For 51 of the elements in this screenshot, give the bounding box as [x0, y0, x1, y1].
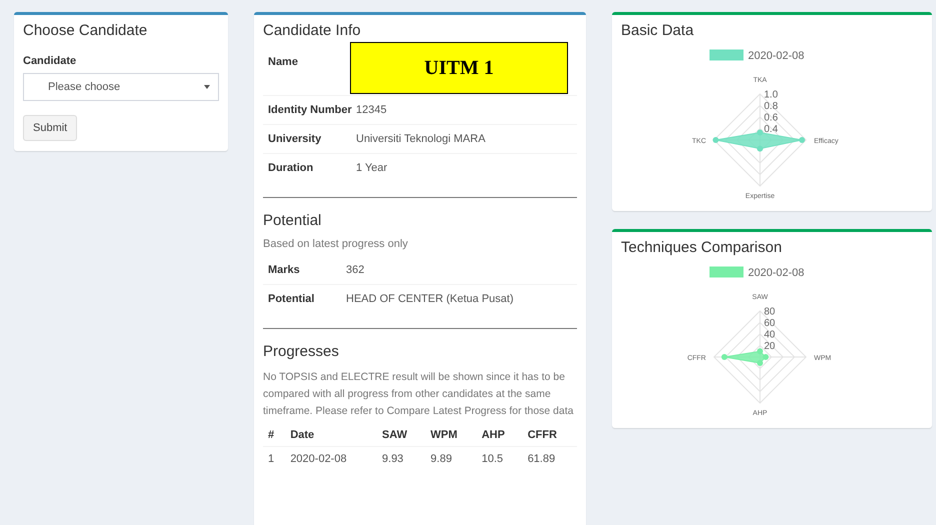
table-cell: 9.89 — [426, 446, 477, 471]
data-point — [712, 137, 719, 143]
tick-label: 0.8 — [764, 101, 778, 112]
table-cell: 2020-02-08 — [285, 446, 378, 471]
field-value: 1 Year — [356, 161, 388, 176]
candidate-select[interactable]: Please choose — [23, 73, 219, 101]
table-cell: 10.5 — [476, 446, 523, 471]
column-header: WPM — [426, 424, 477, 446]
table-cell: 61.89 — [522, 446, 577, 471]
table-cell: 1 — [263, 446, 286, 471]
field-label: Potential — [268, 292, 316, 307]
column-header: SAW — [377, 424, 426, 446]
panel-title: Basic Data — [620, 21, 695, 41]
data-point — [757, 130, 763, 136]
tick-label: 60 — [764, 318, 776, 329]
tick-label: 80 — [764, 306, 776, 318]
field-value: 362 — [346, 263, 366, 278]
tick-label: 1.0 — [764, 90, 778, 100]
column-header: CFFR — [522, 424, 577, 446]
caret-icon — [204, 85, 210, 89]
field-label: Name — [268, 55, 299, 70]
column-header: Date — [285, 424, 378, 446]
field-value: Universiti Teknologi MARA — [356, 132, 486, 147]
panel-title: Techniques Comparison — [620, 238, 783, 258]
note-text: Based on latest progress only — [263, 238, 409, 250]
data-point — [721, 354, 728, 360]
section-title: Potential — [263, 212, 322, 229]
tick-label: 0.4 — [764, 124, 778, 135]
field-value: 12345 — [356, 103, 388, 118]
data-point — [798, 137, 805, 143]
data-point — [757, 146, 763, 152]
tick-label: 40 — [764, 330, 776, 340]
field-value: HEAD OF CENTER (Ketua Pusat) — [346, 292, 514, 307]
field-label: Marks — [268, 263, 301, 278]
legend-label: 2020-02-08 — [748, 267, 804, 279]
panel-title: Choose Candidate — [22, 21, 148, 41]
name-overlay-label: UITM 1 — [350, 42, 568, 94]
field-label: Duration — [268, 161, 314, 176]
column-header: # — [263, 424, 286, 446]
tick-label: 0.6 — [764, 112, 778, 124]
field-label: University — [268, 132, 322, 147]
section-title: Progresses — [263, 343, 340, 360]
legend-label: 2020-02-08 — [748, 50, 804, 62]
column-header: AHP — [476, 424, 523, 446]
field-label: Identity Number — [268, 103, 353, 118]
note-text: No TOPSIS and ELECTRE result will be shown since it has to be compared with all progress from other candidates at the same timeframe. Please refer to Compare Latest Progress for those data — [263, 370, 574, 419]
table-cell: 9.93 — [377, 446, 426, 471]
panel-title: Candidate Info — [262, 21, 362, 41]
tick-label: 20 — [764, 341, 776, 352]
field-label: Candidate — [23, 55, 78, 67]
submit-button[interactable]: Submit — [23, 115, 78, 141]
